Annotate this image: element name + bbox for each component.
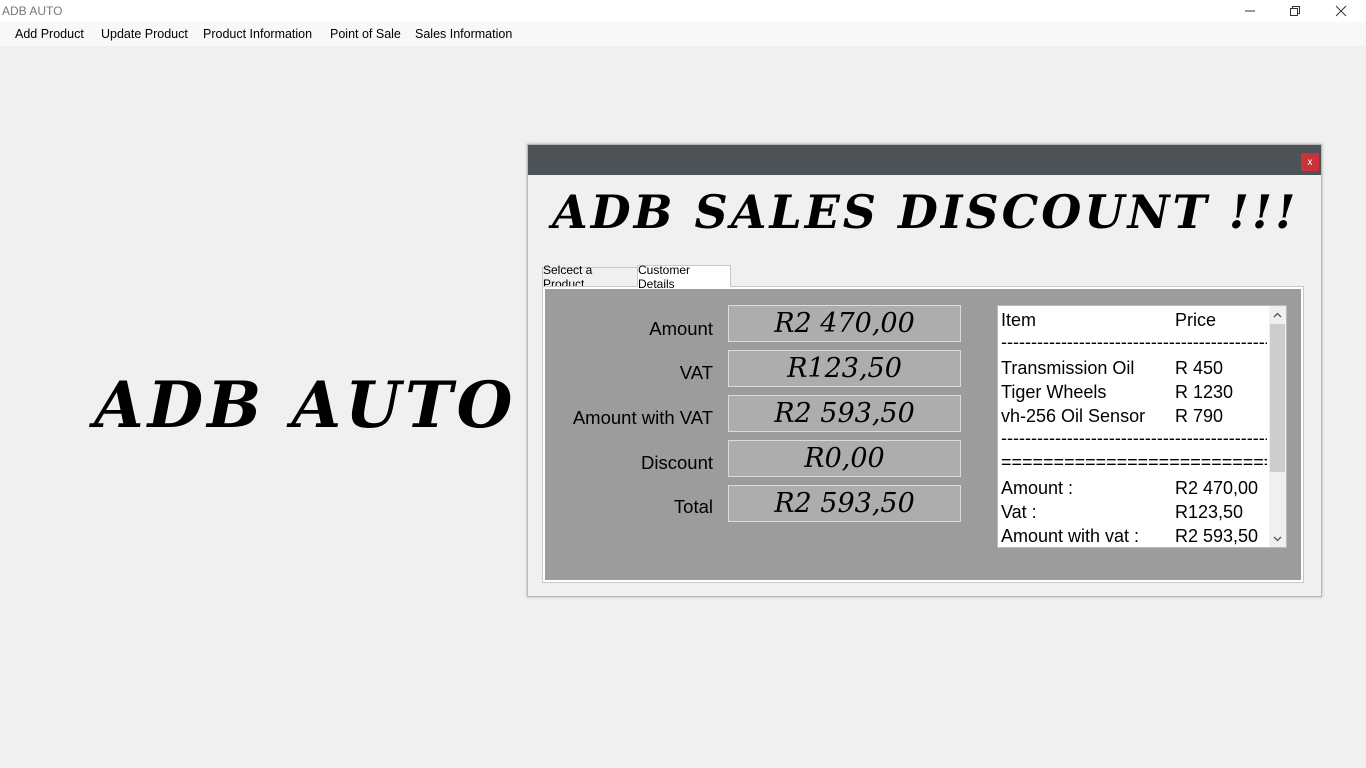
- menu-add-product[interactable]: Add Product: [15, 27, 84, 41]
- receipt-item-price: R 450: [1175, 358, 1224, 378]
- dialog-header: x: [528, 145, 1321, 175]
- receipt-item-name: vh-256 Oil Sensor: [1001, 406, 1146, 426]
- receipt-item-price: R 790: [1175, 406, 1224, 426]
- receipt-total-label: Amount :: [1001, 478, 1074, 498]
- restore-button[interactable]: [1272, 0, 1318, 22]
- close-icon: [1335, 5, 1347, 17]
- minimize-icon: [1245, 10, 1255, 12]
- receipt-total-value: R2 470,00: [1175, 478, 1259, 498]
- vat-label: VAT: [679, 362, 713, 383]
- app-logo-text: ADB AUTO: [94, 368, 517, 443]
- receipt-divider: ----------------------------------------…: [1001, 428, 1267, 448]
- receipt-total-label: Vat :: [1001, 502, 1037, 522]
- receipt-item-price: R 1230: [1175, 382, 1234, 402]
- menu-update-product[interactable]: Update Product: [101, 27, 188, 41]
- chevron-up-icon: [1273, 312, 1282, 317]
- dialog-close-button[interactable]: x: [1301, 153, 1319, 171]
- discount-value: R0,00: [728, 440, 961, 477]
- receipt-item-name: Transmission Oil: [1001, 358, 1135, 378]
- receipt-scrollbar[interactable]: [1269, 306, 1286, 547]
- chevron-down-icon: [1273, 536, 1282, 541]
- scroll-thumb[interactable]: [1270, 324, 1285, 472]
- receipt-total-value: R123,50: [1175, 502, 1244, 522]
- total-label: Total: [673, 496, 713, 517]
- receipt-divider: ----------------------------------------…: [1001, 332, 1267, 352]
- total-value: R2 593,50: [728, 485, 961, 522]
- receipt-header-item: Item: [1001, 310, 1037, 330]
- tab-select-product[interactable]: Selcect a Product: [542, 263, 638, 291]
- sales-banner: ADB SALES DISCOUNT !!!: [552, 185, 1299, 239]
- customer-details-panel: Amount R2 470,00 VAT R123,50 Amount with…: [542, 286, 1304, 583]
- minimize-button[interactable]: [1227, 0, 1273, 22]
- menu-point-of-sale[interactable]: Point of Sale: [330, 27, 401, 41]
- receipt-total-value: R2 593,50: [1175, 526, 1259, 546]
- panel-background: Amount R2 470,00 VAT R123,50 Amount with…: [545, 289, 1301, 580]
- amount-value: R2 470,00: [728, 305, 961, 342]
- title-bar: ADB AUTO: [0, 0, 1366, 22]
- close-window-button[interactable]: [1318, 0, 1364, 22]
- scroll-up-button[interactable]: [1269, 306, 1286, 323]
- menu-product-information[interactable]: Product Information: [203, 27, 312, 41]
- scroll-down-button[interactable]: [1269, 530, 1286, 547]
- receipt-header-price: Price: [1175, 310, 1217, 330]
- sales-discount-dialog: x ADB SALES DISCOUNT !!! Selcect a Produ…: [527, 144, 1322, 597]
- discount-label: Discount: [641, 452, 713, 473]
- receipt-double-divider: ========================================…: [1001, 452, 1267, 472]
- amount-label: Amount: [649, 318, 713, 339]
- window-title: ADB AUTO: [2, 4, 63, 18]
- menu-bar: Add Product Update Product Product Infor…: [0, 22, 1366, 46]
- receipt-listbox[interactable]: Item Price -----------------------------…: [997, 305, 1287, 548]
- amount-with-vat-value: R2 593,50: [728, 395, 961, 432]
- tab-customer-details[interactable]: Customer Details: [637, 263, 731, 291]
- amount-with-vat-label: Amount with VAT: [572, 407, 713, 428]
- vat-value: R123,50: [728, 350, 961, 387]
- restore-icon: [1290, 6, 1300, 16]
- receipt-item-name: Tiger Wheels: [1001, 382, 1107, 402]
- menu-sales-information[interactable]: Sales Information: [415, 27, 512, 41]
- receipt-total-label: Amount with vat :: [1001, 526, 1140, 546]
